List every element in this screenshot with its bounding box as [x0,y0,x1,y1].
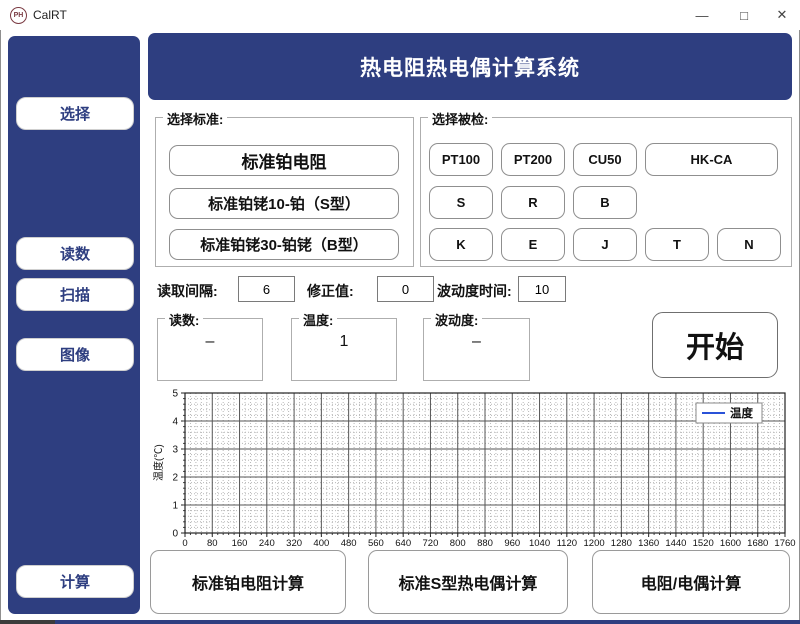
sidebar-item-calculate[interactable]: 计算 [16,565,134,598]
svg-text:720: 720 [423,538,439,546]
dut-n-button[interactable]: N [717,228,781,261]
dut-pt200-button[interactable]: PT200 [501,143,565,176]
temperature-label: 温度: [299,310,337,329]
temperature-value: 1 [292,333,396,351]
dut-j-button[interactable]: J [573,228,637,261]
sidebar-item-scan[interactable]: 扫描 [16,278,134,311]
svg-text:1200: 1200 [584,538,605,546]
calc-pt-resistance-button[interactable]: 标准铂电阻计算 [150,550,346,614]
correction-input[interactable] [377,276,434,302]
svg-text:3: 3 [172,445,178,456]
dut-e-button[interactable]: E [501,228,565,261]
page-title: 热电阻热电偶计算系统 [148,33,792,100]
app-logo-icon: PH [10,7,27,24]
dut-group: 选择被检: PT100 PT200 CU50 HK-CA S R B K E J… [420,117,792,267]
svg-text:1: 1 [172,501,178,512]
dut-cu50-button[interactable]: CU50 [573,143,637,176]
standard-s-type-button[interactable]: 标准铂铑10-铂（S型） [169,188,399,219]
calc-s-thermocouple-button[interactable]: 标准S型热电偶计算 [368,550,568,614]
svg-text:800: 800 [450,538,466,546]
svg-text:1280: 1280 [611,538,632,546]
svg-text:4: 4 [172,417,178,428]
bottom-strip [0,620,800,624]
standard-pt-resistance-button[interactable]: 标准铂电阻 [169,145,399,176]
svg-text:560: 560 [368,538,384,546]
sidebar: 选择 读数 扫描 图像 计算 [8,36,140,614]
temperature-box: 温度: 1 [291,318,397,381]
svg-text:320: 320 [286,538,302,546]
correction-label: 修正值: [307,281,354,301]
svg-text:1360: 1360 [638,538,659,546]
sidebar-item-select[interactable]: 选择 [16,97,134,130]
dut-r-button[interactable]: R [501,186,565,219]
sidebar-item-reading[interactable]: 读数 [16,237,134,270]
svg-text:1040: 1040 [529,538,550,546]
calc-resistance-couple-button[interactable]: 电阻/电偶计算 [592,550,790,614]
minimize-button[interactable]: — [680,0,724,30]
svg-text:1120: 1120 [557,538,577,546]
dut-b-button[interactable]: B [573,186,637,219]
dut-group-label: 选择被检: [428,109,492,128]
svg-text:480: 480 [341,538,357,546]
title-bar: PH CalRT — □ ✕ [0,0,800,30]
dut-hkca-button[interactable]: HK-CA [645,143,778,176]
read-interval-label: 读取间隔: [157,281,218,301]
fluctuation-value: – [424,333,529,351]
fluctuation-box: 波动度: – [423,318,530,381]
svg-text:400: 400 [313,538,329,546]
dut-k-button[interactable]: K [429,228,493,261]
svg-text:1760: 1760 [774,538,795,546]
temperature-chart: 0801602403204004805606407208008809601040… [150,386,798,546]
svg-text:1520: 1520 [693,538,714,546]
svg-text:0: 0 [182,538,187,546]
window-title: CalRT [33,8,67,22]
fluctuation-label: 波动度: [431,310,482,329]
read-interval-input[interactable] [238,276,295,302]
svg-text:960: 960 [504,538,520,546]
app-window: PH CalRT — □ ✕ 选择 读数 扫描 图像 计算 热电阻热电偶计算系统… [0,0,800,624]
dut-t-button[interactable]: T [645,228,709,261]
chart-canvas: 0801602403204004805606407208008809601040… [150,386,798,546]
standard-group: 选择标准: 标准铂电阻 标准铂铑10-铂（S型） 标准铂铑30-铂铑（B型） [155,117,414,267]
standard-b-type-button[interactable]: 标准铂铑30-铂铑（B型） [169,229,399,260]
svg-text:240: 240 [259,538,275,546]
svg-text:温度: 温度 [730,406,753,420]
reading-label: 读数: [165,310,203,329]
svg-text:640: 640 [395,538,411,546]
svg-text:1600: 1600 [720,538,741,546]
svg-text:1440: 1440 [665,538,686,546]
start-button[interactable]: 开始 [652,312,778,378]
svg-text:880: 880 [477,538,493,546]
dut-pt100-button[interactable]: PT100 [429,143,493,176]
sidebar-item-image[interactable]: 图像 [16,338,134,371]
standard-group-label: 选择标准: [163,109,227,128]
svg-text:0: 0 [172,529,178,540]
svg-text:160: 160 [232,538,248,546]
dut-s-button[interactable]: S [429,186,493,219]
svg-text:2: 2 [172,473,178,484]
reading-box: 读数: – [157,318,263,381]
svg-text:1680: 1680 [747,538,768,546]
reading-value: – [158,333,262,351]
fluctuation-time-label: 波动度时间: [437,281,512,301]
fluctuation-time-input[interactable] [518,276,566,302]
close-button[interactable]: ✕ [760,0,800,30]
svg-text:80: 80 [207,538,218,546]
svg-text:5: 5 [172,389,178,400]
svg-text:温度(℃): 温度(℃) [152,444,165,481]
